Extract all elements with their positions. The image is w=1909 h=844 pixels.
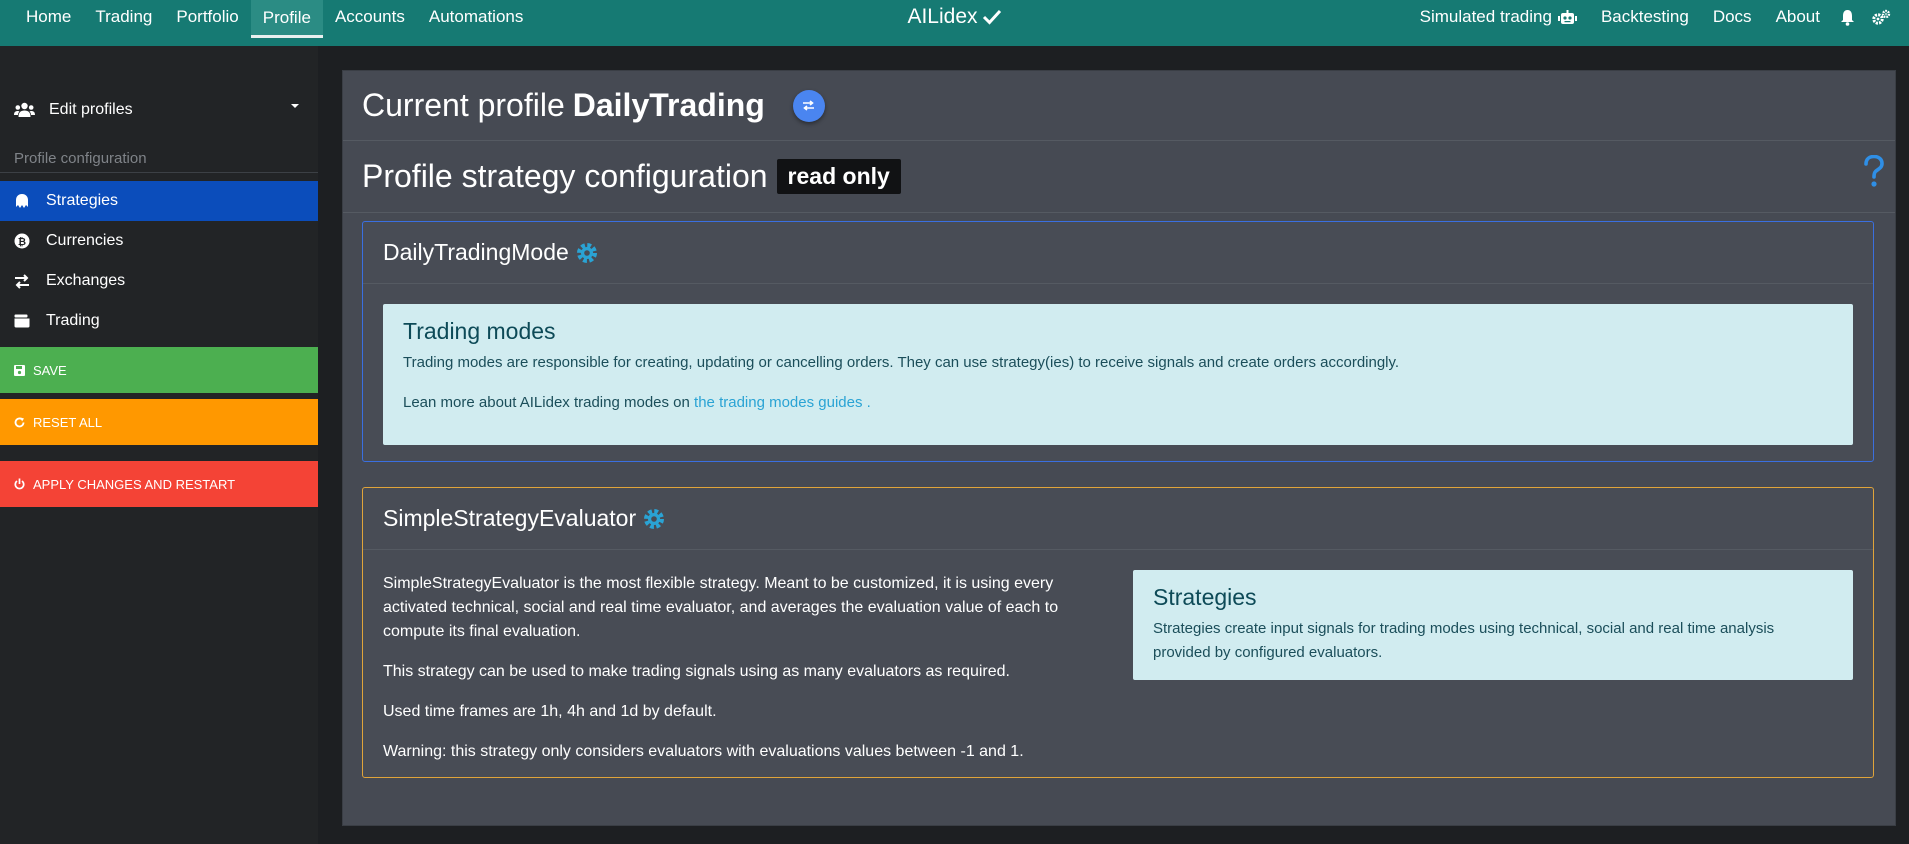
nav-accounts-label: Accounts xyxy=(334,7,405,26)
nav-home[interactable]: Home xyxy=(14,0,83,34)
caret-down-icon xyxy=(290,103,300,109)
brand-name: AILidex xyxy=(907,5,978,28)
nav-profile[interactable]: Profile xyxy=(250,0,323,38)
nav-profile-label: Profile xyxy=(262,7,311,27)
trading-mode-title: DailyTradingMode xyxy=(383,239,569,265)
sidebar-item-label: Strategies xyxy=(46,192,119,209)
top-navbar: Home Trading Portfolio Profile Accounts … xyxy=(0,0,1909,46)
gears-icon xyxy=(1871,9,1891,26)
robot-icon xyxy=(1557,9,1577,25)
settings-button[interactable] xyxy=(1863,0,1897,34)
trading-mode-card-header: DailyTradingMode xyxy=(363,222,1873,284)
gear-icon[interactable] xyxy=(575,241,599,265)
trading-modes-info-text: Trading modes are responsible for creati… xyxy=(403,354,1400,371)
sidebar-item-label: Trading xyxy=(46,312,100,329)
trading-modes-info: Trading modes Trading modes are responsi… xyxy=(383,304,1853,445)
learn-more-suffix: . xyxy=(866,394,871,411)
nav-trading-label: Trading xyxy=(95,7,153,26)
strategy-config-title: Profile strategy configuration xyxy=(362,158,768,194)
sidebar-item-label: Exchanges xyxy=(46,272,126,289)
nav-simulated-trading-label: Simulated trading xyxy=(1419,7,1552,26)
learn-more-prefix: Lean more about AILidex trading modes on xyxy=(403,394,690,411)
nav-backtesting[interactable]: Backtesting xyxy=(1589,0,1701,34)
strategy-description-paragraph: SimpleStrategyEvaluator is the most flex… xyxy=(383,575,1059,640)
edit-profiles-dropdown[interactable]: Edit profiles xyxy=(0,86,318,134)
sidebar-item-currencies[interactable]: ₿ Currencies xyxy=(0,221,318,261)
sidebar-item-label: Currencies xyxy=(46,232,124,249)
power-icon xyxy=(14,478,25,490)
strategy-config-header: Profile strategy configuration read only xyxy=(343,141,1895,213)
strategies-info: Strategies Strategies create input signa… xyxy=(1133,570,1853,680)
current-profile-prefix: Current profile xyxy=(362,87,565,123)
floppy-icon xyxy=(14,364,25,376)
save-label: SAVE xyxy=(33,362,67,378)
nav-trading[interactable]: Trading xyxy=(83,0,164,34)
current-profile-title: Current profile DailyTrading xyxy=(362,87,765,124)
reset-all-button[interactable]: RESET ALL xyxy=(0,399,318,445)
current-profile-header: Current profile DailyTrading xyxy=(343,71,1895,141)
main-panel: Current profile DailyTrading Profile stra… xyxy=(342,70,1896,826)
strategy-icon xyxy=(14,193,30,210)
sidebar-item-strategies[interactable]: Strategies xyxy=(0,181,318,221)
strategy-card: SimpleStrategyEvaluator SimpleStrategyEv… xyxy=(362,487,1874,778)
nav-right: Simulated trading Backtesting Docs About xyxy=(1408,0,1909,46)
strategy-description: SimpleStrategyEvaluator is the most flex… xyxy=(383,572,1083,780)
nav-portfolio-label: Portfolio xyxy=(176,7,239,26)
users-icon xyxy=(14,102,35,118)
nav-left: Home Trading Portfolio Profile Accounts … xyxy=(0,0,535,46)
nav-automations-label: Automations xyxy=(428,7,524,26)
strategy-description-paragraph: This strategy can be used to make tradin… xyxy=(383,663,1010,680)
strategy-title: SimpleStrategyEvaluator xyxy=(383,505,637,531)
nav-docs[interactable]: Docs xyxy=(1701,0,1764,34)
bell-icon xyxy=(1840,9,1855,26)
brand-link[interactable]: AILidex xyxy=(907,5,1001,29)
exchange-icon xyxy=(14,273,30,289)
trading-modes-learn-more: Lean more about AILidex trading modes on… xyxy=(403,391,1833,415)
wallet-icon xyxy=(14,314,30,328)
trading-mode-card: DailyTradingMode Trading modes Trading m… xyxy=(362,221,1874,462)
nav-portfolio[interactable]: Portfolio xyxy=(164,0,250,34)
nav-about-label: About xyxy=(1775,7,1820,26)
svg-text:₿: ₿ xyxy=(18,236,26,248)
nav-docs-label: Docs xyxy=(1712,7,1752,26)
strategy-description-paragraph: Used time frames are 1h, 4h and 1d by de… xyxy=(383,703,717,720)
sidebar: Edit profiles Profile configuration Stra… xyxy=(0,46,318,844)
apply-restart-label: APPLY CHANGES AND RESTART xyxy=(33,476,236,492)
read-only-badge: read only xyxy=(776,159,901,194)
nav-simulated-trading[interactable]: Simulated trading xyxy=(1408,0,1589,34)
swap-icon xyxy=(802,100,815,111)
strategy-card-header: SimpleStrategyEvaluator xyxy=(363,488,1873,550)
section-title: Profile configuration xyxy=(14,150,147,167)
save-button[interactable]: SAVE xyxy=(0,347,318,393)
gear-icon[interactable] xyxy=(642,507,666,531)
nav-about[interactable]: About xyxy=(1764,0,1832,34)
edit-profiles-label: Edit profiles xyxy=(49,101,133,118)
nav-automations[interactable]: Automations xyxy=(417,0,536,34)
sidebar-item-trading[interactable]: Trading xyxy=(0,301,318,341)
bitcoin-icon: ₿ xyxy=(14,233,30,249)
strategy-description-paragraph: Warning: this strategy only considers ev… xyxy=(383,743,1024,760)
reset-all-label: RESET ALL xyxy=(33,414,103,430)
nav-backtesting-label: Backtesting xyxy=(1600,7,1689,26)
nav-home-label: Home xyxy=(26,7,72,26)
help-icon[interactable] xyxy=(1863,155,1885,188)
reset-icon xyxy=(14,417,25,428)
trading-modes-guides-link[interactable]: the trading modes guides xyxy=(694,394,862,411)
check-icon xyxy=(982,8,1002,26)
apply-restart-button[interactable]: APPLY CHANGES AND RESTART xyxy=(0,461,318,507)
nav-accounts[interactable]: Accounts xyxy=(323,0,417,34)
strategies-info-title: Strategies xyxy=(1153,584,1257,610)
sidebar-item-exchanges[interactable]: Exchanges xyxy=(0,261,318,301)
notifications-button[interactable] xyxy=(1832,0,1863,34)
trading-modes-info-title: Trading modes xyxy=(403,318,556,344)
section-divider xyxy=(0,172,318,173)
switch-profile-button[interactable] xyxy=(792,89,825,122)
strategies-info-text: Strategies create input signals for trad… xyxy=(1153,620,1775,661)
current-profile-name: DailyTrading xyxy=(572,87,765,123)
